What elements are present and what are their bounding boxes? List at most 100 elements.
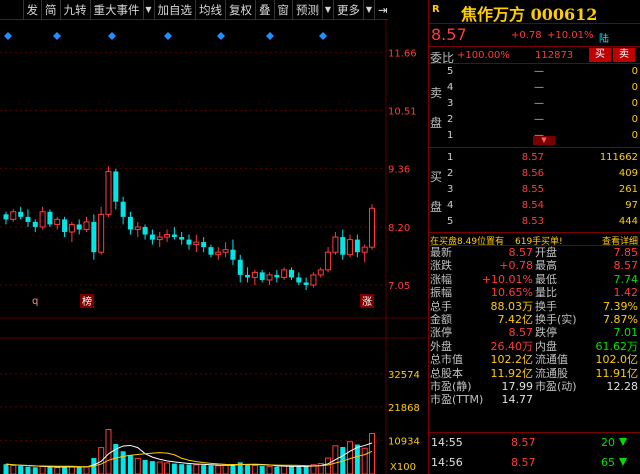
stat-value: 11.91亿 [595, 366, 639, 380]
sell-level-row[interactable]: 4 — 0 [429, 80, 640, 96]
price-tick-label: 7.05 [388, 281, 410, 292]
stat-value: 10.65% [491, 286, 533, 300]
toolbar-item-fa[interactable]: 发 [22, 0, 42, 20]
toolbar-item-adjust[interactable]: 复权 [225, 0, 255, 20]
volume-bar [201, 465, 207, 474]
more-dropdown-icon[interactable]: ▼ [363, 0, 374, 20]
volume-bar [303, 466, 309, 474]
stat-value: 26.40万 [490, 339, 534, 353]
collapse-arrow-icon[interactable]: ▼ [533, 136, 555, 145]
quote-title-bar: R 焦作万方 000612 [429, 0, 640, 24]
stat-value: 12.28 [606, 379, 639, 393]
sell-level-row[interactable]: 5 — 0 [429, 64, 640, 80]
buy-button[interactable]: 买 [589, 48, 611, 62]
sell-level-row[interactable]: 3 — 0 [429, 96, 640, 112]
volume-bar [32, 467, 38, 474]
stat-value: 102.2亿 [490, 353, 534, 367]
forecast-dropdown-icon[interactable]: ▼ [322, 0, 333, 20]
volume-bar [215, 465, 222, 474]
sell-order-book: 卖 盘 5 — 0 4 — 0 3 — 0 2 — 0 1 — 0 ▼ [429, 64, 640, 148]
stat-value: 7.39% [603, 299, 638, 313]
candles [3, 166, 375, 291]
stat-row: 最新 8.57 开盘 7.85 [429, 246, 640, 259]
stat-value: 7.01 [613, 326, 639, 340]
level-price: 8.56 [521, 168, 544, 179]
candle-body [281, 269, 288, 278]
volume-bar [39, 465, 46, 474]
tick-row[interactable]: 14:56 8.57 65 [429, 453, 640, 473]
volume-bar [68, 466, 75, 474]
toolbar-item-major-events[interactable]: 重大事件 [89, 0, 143, 20]
pin-panel-icon[interactable]: ⇥ [374, 0, 388, 20]
stat-row: 金额 7.42亿 换手(实) 7.87% [429, 313, 640, 326]
volume-bar [164, 462, 171, 474]
toolbar-item-more[interactable]: 更多 [333, 0, 363, 20]
stat-value: 8.57 [508, 246, 534, 259]
candle-body [317, 269, 324, 276]
volume-bar [186, 464, 192, 474]
toolbar-item-add-watchlist[interactable]: 加自选 [153, 0, 196, 20]
buy-level-row[interactable]: 4 8.54 97 [429, 198, 640, 214]
stat-row: 市盈(TTM) 14.77 [429, 393, 640, 406]
toolbar-item-jiuzhuan[interactable]: 九转 [59, 0, 90, 20]
sell-button[interactable]: 卖 [613, 48, 635, 62]
stat-row: 市盈(静) 17.99 市盈(动) 12.28 [429, 380, 640, 393]
level-volume: 0 [631, 82, 638, 93]
marker-zhang[interactable]: 涨 [362, 296, 372, 308]
marker-bang[interactable]: 榜 [82, 295, 92, 308]
stat-row: 总股本 11.92亿 流通股 11.91亿 [429, 367, 640, 380]
level-number: 2 [447, 114, 454, 125]
stat-value: 102.0亿 [595, 353, 639, 367]
price-change-pct: +10.01% [547, 30, 594, 41]
volume-bar [230, 464, 236, 474]
candle-body [32, 221, 38, 227]
stat-label: 最高 [535, 259, 557, 273]
candle-body [62, 219, 68, 232]
buy-level-row[interactable]: 1 8.57 111662 [429, 150, 640, 166]
volume-bar [266, 465, 273, 474]
stat-row: 涨停 8.57 跌停 7.01 [429, 326, 640, 339]
event-diamond-icon [217, 32, 225, 40]
toolbar-item-overlay[interactable]: 叠 [255, 0, 274, 20]
volume-bar [274, 466, 280, 474]
volume-bar [251, 464, 258, 474]
down-arrow-icon [619, 438, 627, 446]
stat-value: 88.03万 [490, 299, 534, 313]
volume-unit-label: X100 [390, 462, 416, 473]
volume-tick-label: 21868 [388, 403, 420, 414]
volume-tick-label: 10934 [388, 436, 420, 447]
event-diamond-icon [4, 32, 12, 40]
volume-bar [296, 466, 302, 474]
toolbar-item-forecast[interactable]: 预测 [292, 0, 322, 20]
level-volume: 0 [631, 114, 638, 125]
buy-level-row[interactable]: 3 8.55 261 [429, 182, 640, 198]
toolbar-item-moving-average[interactable]: 均线 [195, 0, 225, 20]
level-number: 3 [447, 184, 454, 195]
buy-level-row[interactable]: 2 8.56 409 [429, 166, 640, 182]
market-tag: 陆 [599, 34, 609, 45]
candle-body [113, 171, 119, 202]
stat-value: 7.85 [613, 246, 639, 259]
volume-bar [47, 466, 53, 474]
axis-labels: 11.66 10.51 9.36 8.20 7.05 32574 21868 10934 X10… [388, 48, 420, 473]
candlestick-chart[interactable]: 11.66 10.51 9.36 8.20 7.05 32574 21868 10934 X10… [0, 20, 428, 474]
volume-bar [54, 467, 61, 474]
stat-label: 换手 [535, 299, 557, 313]
candle-body [68, 223, 75, 233]
toolbar-item-window[interactable]: 窗 [273, 0, 293, 20]
tick-row[interactable]: 14:55 8.57 20 [429, 433, 640, 453]
volume-bar [127, 454, 133, 474]
stat-label: 市盈(静) [430, 379, 472, 393]
candle-body [120, 201, 126, 217]
stat-label: 市盈(动) [535, 379, 577, 393]
sell-level-row[interactable]: 2 — 0 [429, 112, 640, 128]
stat-value: 8.57 [613, 259, 639, 273]
buy-level-row[interactable]: 5 8.53 444 [429, 214, 640, 230]
level-price: — [534, 98, 544, 109]
volume-bar [208, 465, 214, 474]
volume-bar [171, 463, 177, 474]
level-volume: 0 [631, 66, 638, 77]
major-events-dropdown-icon[interactable]: ▼ [142, 0, 154, 20]
stat-label: 振幅 [430, 286, 452, 300]
toolbar-item-jian[interactable]: 简 [41, 0, 60, 20]
